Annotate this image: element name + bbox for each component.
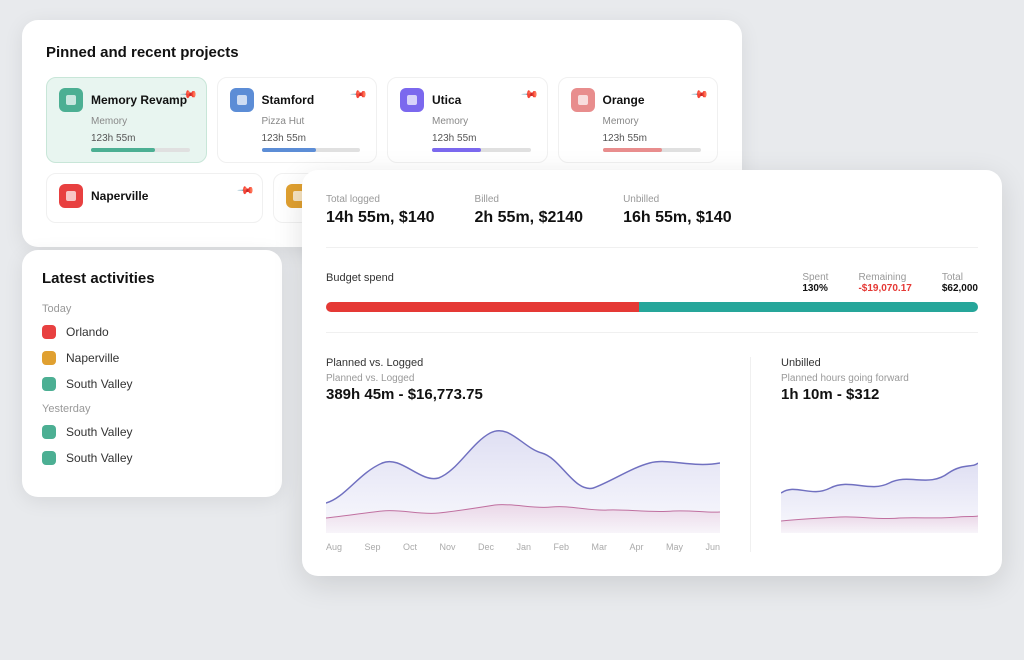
unbilled-chart-svg [781,413,978,533]
budget-remaining: Remaining -$19,070.17 [858,272,911,294]
budget-bar-red [326,302,639,312]
stat-unbilled-value: 16h 55m, $140 [623,209,732,227]
chart-xaxis: Aug Sep Oct Nov Dec Jan Feb Mar Apr May … [326,542,720,552]
today-label: Today [42,303,262,315]
project-card[interactable]: Orange 📌 Memory 123h 55m [558,77,719,163]
planned-chart-block: Planned vs. Logged Planned vs. Logged 38… [326,357,720,552]
unbilled-title: Unbilled [781,357,978,369]
activity-item: South Valley [42,425,262,439]
detail-card: Total logged 14h 55m, $140 Billed 2h 55m… [302,170,1002,576]
unbilled-chart-block: Unbilled Planned hours going forward 1h … [781,357,978,552]
project-card[interactable]: Stamford 📌 Pizza Hut 123h 55m [217,77,378,163]
yesterday-items: South Valley South Valley [42,425,262,465]
activity-title: Latest activities [42,270,262,287]
projects-title: Pinned and recent projects [46,44,718,61]
stat-total-value: 14h 55m, $140 [326,209,435,227]
chart-divider [750,357,751,552]
project-card[interactable]: Naperville 📌 [46,173,263,223]
yesterday-label: Yesterday [42,403,262,415]
activity-item: South Valley [42,451,262,465]
budget-meta: Spent 130% Remaining -$19,070.17 Total $… [802,272,978,294]
budget-bar [326,302,978,312]
budget-label: Budget spend [326,272,394,284]
project-card[interactable]: Memory Revamp 📌 Memory 123h 55m [46,77,207,163]
activity-item: Orlando [42,325,262,339]
stat-total-label: Total logged [326,194,435,205]
activity-card: Latest activities Today Orlando Napervill… [22,250,282,497]
stat-billed-label: Billed [475,194,584,205]
stats-row: Total logged 14h 55m, $140 Billed 2h 55m… [326,194,978,248]
stat-billed: Billed 2h 55m, $2140 [475,194,584,227]
charts-section: Planned vs. Logged Planned vs. Logged 38… [326,357,978,552]
project-card[interactable]: Utica 📌 Memory 123h 55m [387,77,548,163]
activity-item: Naperville [42,351,262,365]
today-items: Orlando Naperville South Valley [42,325,262,391]
stat-billed-value: 2h 55m, $2140 [475,209,584,227]
budget-total: Total $62,000 [942,272,978,294]
stat-unbilled: Unbilled 16h 55m, $140 [623,194,732,227]
activity-item: South Valley [42,377,262,391]
projects-row1: Memory Revamp 📌 Memory 123h 55m Stamford… [46,77,718,163]
unbilled-subtitle: Planned hours going forward [781,373,978,384]
planned-title: Planned vs. Logged [326,357,720,369]
planned-chart-svg [326,413,720,533]
planned-subtitle: Planned vs. Logged [326,373,720,384]
unbilled-value: 1h 10m - $312 [781,386,978,403]
stat-unbilled-label: Unbilled [623,194,732,205]
planned-value: 389h 45m - $16,773.75 [326,386,720,403]
budget-spent: Spent 130% [802,272,828,294]
budget-section: Budget spend Spent 130% Remaining -$19,0… [326,272,978,333]
stat-total-logged: Total logged 14h 55m, $140 [326,194,435,227]
budget-bar-green [639,302,978,312]
